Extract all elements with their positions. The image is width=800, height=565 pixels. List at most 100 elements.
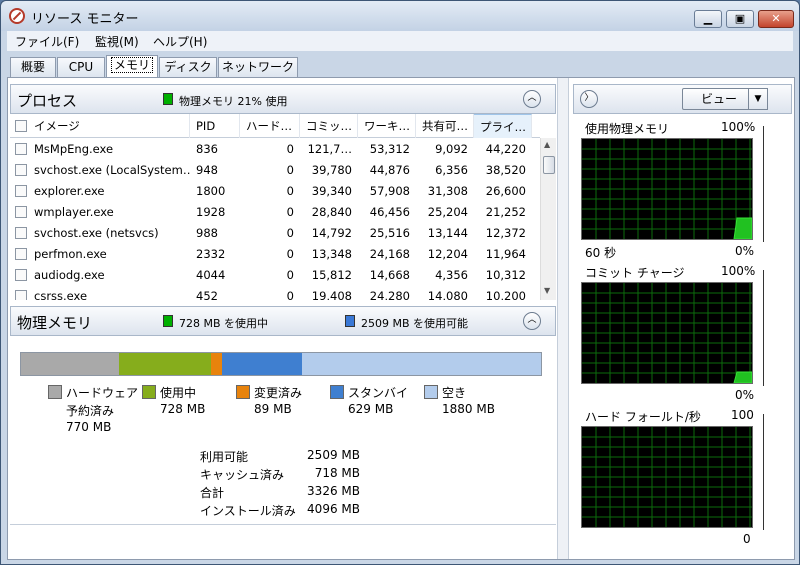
table-cell: 24,168 [369, 247, 410, 261]
legend-free-label: 空き [442, 386, 467, 400]
column-image[interactable]: イメージ [10, 114, 190, 138]
menu-file[interactable]: ファイル(F) [15, 33, 79, 50]
table-row[interactable]: wmplayer.exe 1928 0 28,840 46,456 25,204 21,25… [10, 202, 540, 223]
available-indicator-icon [345, 315, 355, 327]
process-table: イメージ PID ハード… コミッ… ワーキ… 共有可… プライ… MsMpEn… [10, 114, 556, 300]
table-cell: 13,144 [427, 226, 468, 240]
stat-installed-value: 4096 MB [307, 502, 360, 516]
column-hard-faults[interactable]: ハード… [240, 114, 300, 138]
row-checkbox[interactable] [15, 227, 27, 239]
table-cell: 988 [196, 226, 218, 240]
table-row[interactable]: svchost.exe (LocalSystem… 948 0 39,780 44,87… [10, 160, 540, 181]
in-use-indicator-icon [163, 315, 173, 327]
table-cell: 14,080 [427, 289, 468, 300]
graph-physical-memory-max: 100% [721, 120, 756, 134]
modified-segment [211, 353, 222, 375]
menu-help[interactable]: ヘルプ(H) [153, 33, 207, 50]
table-row[interactable]: perfmon.exe 2332 0 13,348 24,168 12,204 11,964 [10, 244, 540, 265]
table-cell: 46,456 [369, 205, 410, 219]
table-row[interactable]: svchost.exe (netsvcs) 988 0 14,792 25,516 13,… [10, 223, 540, 244]
memory-usage-bar [20, 352, 542, 376]
scroll-thumb[interactable] [543, 156, 555, 174]
stat-total-label: 合計 [200, 486, 225, 500]
memory-panel-header[interactable]: 物理メモリ 728 MB を使用中 2509 MB を使用可能 ︿ [10, 306, 556, 336]
legend-modified-value: 89 MB [254, 402, 292, 416]
graph-physical-memory-title: 使用物理メモリ [585, 122, 670, 136]
column-private[interactable]: プライ… [474, 114, 532, 138]
graph-physical-memory-min: 0% [735, 244, 755, 258]
in-use-segment [119, 353, 211, 375]
stat-total-value: 3326 MB [307, 484, 360, 498]
tab-network[interactable]: ネットワーク [218, 57, 298, 77]
table-cell: 44,220 [485, 142, 526, 156]
row-checkbox[interactable] [15, 269, 27, 281]
physical-memory-indicator-icon [163, 93, 173, 105]
select-all-checkbox[interactable] [15, 120, 27, 132]
row-checkbox[interactable] [15, 185, 27, 197]
hardware-reserved-swatch [48, 385, 62, 399]
row-checkbox[interactable] [15, 143, 27, 155]
stat-available-value: 2509 MB [307, 448, 360, 462]
table-cell: 31,308 [427, 184, 468, 198]
column-commit[interactable]: コミッ… [300, 114, 358, 138]
row-checkbox[interactable] [15, 206, 27, 218]
table-row[interactable]: audiodg.exe 4044 0 15,812 14,668 4,356 10,312 [10, 265, 540, 286]
collapse-memory-panel-button[interactable]: ︿ [523, 312, 541, 330]
table-cell: 0 [286, 289, 294, 300]
minimize-icon: ▁ [703, 12, 713, 25]
menu-bar: ファイル(F) 監視(M) ヘルプ(H) [7, 31, 793, 51]
table-cell: 4,356 [435, 268, 468, 282]
table-cell: 0 [286, 163, 294, 177]
graph-grid [582, 283, 752, 383]
process-panel-header[interactable]: プロセス 物理メモリ 21% 使用 ︿ [10, 84, 556, 114]
table-cell: 24,280 [369, 289, 410, 300]
maximize-icon: ▣ [734, 12, 746, 25]
collapse-process-panel-button[interactable]: ︿ [523, 90, 541, 108]
tab-memory[interactable]: メモリ [106, 55, 158, 77]
table-cell: svchost.exe (netsvcs) [34, 226, 159, 240]
close-button[interactable]: ✕ [758, 10, 794, 28]
tab-cpu[interactable]: CPU [57, 57, 105, 77]
maximize-button[interactable]: ▣ [726, 10, 754, 28]
title-bar[interactable]: リソース モニター ▁ ▣ ✕ [1, 1, 799, 31]
pane-splitter[interactable] [557, 78, 569, 559]
graph-hard-faults-min: 0 [743, 532, 751, 546]
table-cell: 9,092 [435, 142, 468, 156]
table-cell: 21,252 [485, 205, 526, 219]
legend-hardware-reserved-label: ハードウェア [66, 386, 139, 400]
table-cell: 57,908 [369, 184, 410, 198]
column-working-set[interactable]: ワーキ… [358, 114, 416, 138]
table-cell: 0 [286, 268, 294, 282]
table-row[interactable]: csrss.exe 452 0 19,408 24,280 14,080 10,200 [10, 286, 540, 300]
table-cell: 39,780 [311, 163, 352, 177]
modified-swatch [236, 385, 250, 399]
row-checkbox[interactable] [15, 290, 27, 300]
expand-pane-button[interactable]: 〉 [580, 90, 598, 108]
graph-commit-charge-max: 100% [721, 264, 756, 278]
table-cell: 0 [286, 184, 294, 198]
tab-overview[interactable]: 概要 [10, 57, 56, 77]
column-shareable[interactable]: 共有可… [416, 114, 474, 138]
table-row[interactable]: explorer.exe 1800 0 39,340 57,908 31,308 26,60… [10, 181, 540, 202]
scroll-up-icon[interactable]: ▲ [544, 140, 550, 149]
free-segment [302, 353, 541, 375]
table-cell: svchost.exe (LocalSystem… [34, 163, 190, 177]
scroll-down-icon[interactable]: ▼ [544, 286, 550, 295]
row-checkbox[interactable] [15, 164, 27, 176]
table-cell: 1928 [196, 205, 226, 219]
menu-monitor[interactable]: 監視(M) [95, 33, 139, 50]
view-dropdown-button[interactable]: ▼ [748, 88, 768, 110]
legend-in-use-label: 使用中 [160, 386, 197, 400]
table-cell: 28,840 [311, 205, 352, 219]
column-pid[interactable]: PID [190, 114, 240, 138]
table-cell: 121,7… [307, 142, 352, 156]
table-cell: 10,200 [485, 289, 526, 300]
minimize-button[interactable]: ▁ [694, 10, 722, 28]
graph-physical-memory [581, 138, 753, 240]
graph-scale [758, 126, 764, 242]
process-table-scrollbar[interactable]: ▲ ▼ [540, 138, 556, 300]
row-checkbox[interactable] [15, 248, 27, 260]
tab-disk[interactable]: ディスク [159, 57, 217, 77]
table-cell: 19,408 [311, 289, 352, 300]
table-row[interactable]: MsMpEng.exe 836 0 121,7… 53,312 9,092 44,220 [10, 139, 540, 160]
